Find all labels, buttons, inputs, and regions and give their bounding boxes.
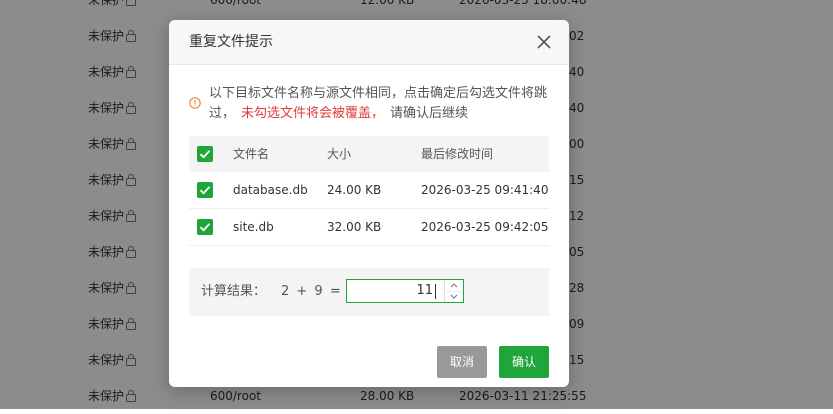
header-size: 大小 xyxy=(327,147,352,161)
notice-text: 以下目标文件名称与源文件相同，点击确定后勾选文件将跳过， 未勾选文件将会被覆盖，请… xyxy=(209,84,551,124)
file-size: 24.00 KB xyxy=(327,183,382,197)
table-row: database.db 24.00 KB 2026-03-25 09:41:40 xyxy=(189,172,549,209)
dialog-header: 重复文件提示 xyxy=(169,20,569,65)
text-caret xyxy=(435,284,436,299)
notice-part2: 请确认后继续 xyxy=(390,106,469,121)
captcha-answer-value: 11 xyxy=(416,283,433,298)
captcha-expression: 2 + 9 = xyxy=(281,284,341,299)
warning-circle-icon xyxy=(189,96,201,109)
row-checkbox[interactable] xyxy=(197,219,213,235)
file-mtime: 2026-03-25 09:41:40 xyxy=(421,183,549,197)
table-header: 文件名 大小 最后修改时间 xyxy=(189,136,549,172)
file-size: 32.00 KB xyxy=(327,220,382,234)
dialog-title: 重复文件提示 xyxy=(189,34,273,50)
table-row: site.db 32.00 KB 2026-03-25 09:42:05 xyxy=(189,209,549,246)
decrement-button[interactable] xyxy=(445,291,463,302)
file-name: site.db xyxy=(233,220,274,234)
file-mtime: 2026-03-25 09:42:05 xyxy=(421,220,549,234)
number-stepper xyxy=(444,280,463,302)
notice-warning: 未勾选文件将会被覆盖， xyxy=(241,106,385,121)
cancel-button[interactable]: 取消 xyxy=(437,346,487,378)
file-name: database.db xyxy=(233,183,308,197)
captcha-label: 计算结果： xyxy=(201,284,267,299)
header-filename: 文件名 xyxy=(233,147,270,161)
header-mtime: 最后修改时间 xyxy=(421,147,494,161)
confirm-button[interactable]: 确认 xyxy=(499,346,549,378)
captcha-answer-input[interactable]: 11 xyxy=(346,279,464,303)
captcha-panel: 计算结果： 2 + 9 = 11 xyxy=(189,268,549,316)
select-all-checkbox[interactable] xyxy=(197,146,213,162)
duplicate-file-dialog: 重复文件提示 以下目标文件名称与源文件相同，点击确定后勾选文件将跳过， 未勾选文件… xyxy=(169,20,569,387)
row-checkbox[interactable] xyxy=(197,182,213,198)
close-icon[interactable] xyxy=(535,33,553,51)
